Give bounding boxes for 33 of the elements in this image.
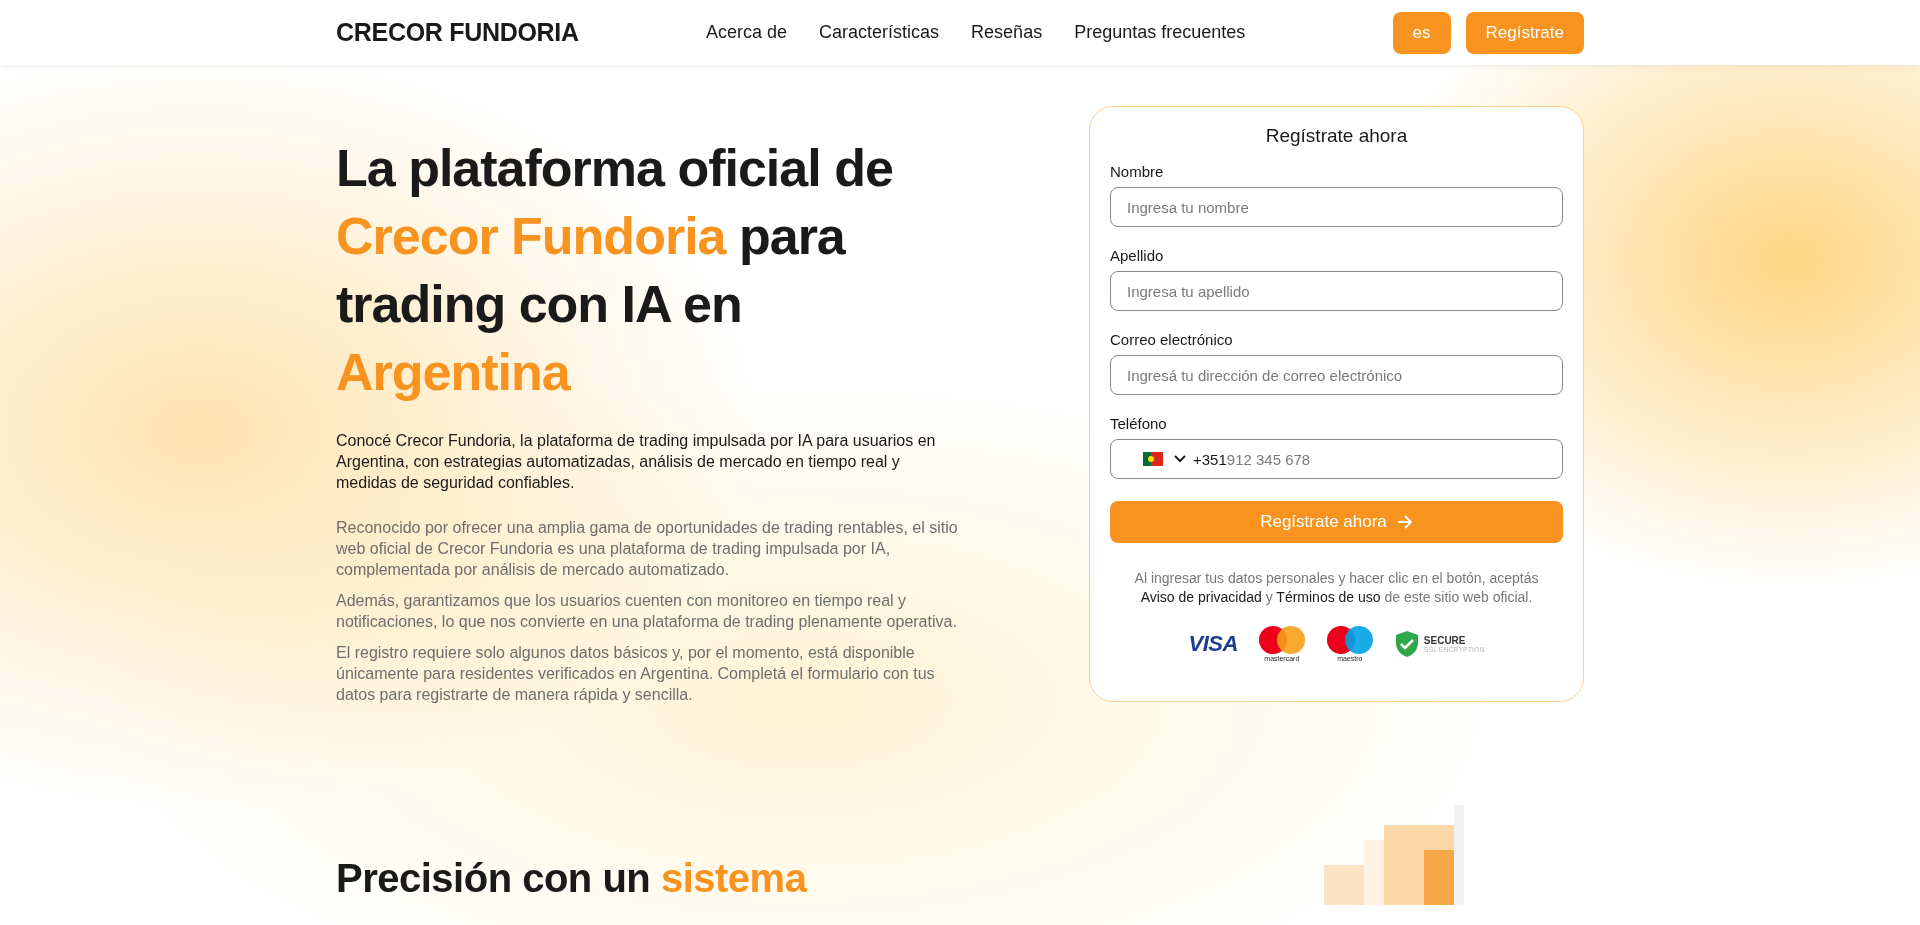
logo[interactable]: CRECOR FUNDORIA [336, 18, 706, 47]
body-paragraph: Además, garantizamos que los usuarios cuenten con monitoreo en tiempo real y notificaciones, lo que nos convierte en una plataforma de trading plenamente operativa. [336, 591, 958, 632]
privacy-link[interactable]: Aviso de privacidad [1140, 589, 1262, 605]
hero-heading: La plataforma oficial de Crecor Fundoria para trading con IA en Argentina [336, 138, 894, 403]
circles-icon [1325, 625, 1374, 655]
intro-text: Conocé Crecor Fundoria, la plataforma de trading impulsada por IA para usuarios en Argentina, con estrategias automatizadas, análisis de mercado en tiempo real y medidas de seguridad confiables. [336, 431, 937, 493]
form-title: Regístrate ahora [1264, 125, 1409, 147]
consent-text: Al ingresar tus datos personales y hacer clic en el botón, aceptás Aviso de privacidad y Términos de uso de este sitio web oficial. [1133, 569, 1540, 607]
dial-code: +351 [1193, 450, 1227, 468]
circles-icon [1257, 625, 1306, 655]
input-field[interactable]: Ingresa tu nombre [1110, 187, 1563, 227]
field-label: Correo electrónico [1110, 331, 1234, 348]
chevron-down-icon [1173, 454, 1187, 464]
terms-link[interactable]: Términos de uso [1276, 589, 1381, 605]
input-field[interactable]: Ingresá tu dirección de correo electrónico [1110, 355, 1563, 395]
body-paragraph: El registro requiere solo algunos datos básicos y, por el momento, está disponible únicamente para residentes verificados en Argentina. Completá el formulario con tus datos para registrarte de manera rápida y sencilla. [336, 643, 936, 705]
body-paragraph: Reconocido por ofrecer una amplia gama de oportunidades de trading rentables, el sitio web oficial de Crecor Fundoria es una plataforma de trading impulsada por IA, complementada por análisis de mercado automatizado. [336, 518, 959, 580]
phone-field[interactable]: +351912 345 678 [1110, 439, 1563, 479]
section-heading: Precisión con un sistema [336, 855, 807, 901]
phone-number-input[interactable]: 912 345 678 [1226, 444, 1562, 474]
flag-icon [1143, 452, 1163, 466]
visa-logo: VISA [1188, 631, 1238, 657]
secure-title: SECURE [1423, 635, 1467, 646]
field-label: Apellido [1110, 247, 1165, 264]
nav-link[interactable]: Reseñas [971, 22, 1043, 43]
input-field[interactable]: Ingresa tu apellido [1110, 271, 1563, 311]
field-label: Teléfono [1110, 415, 1168, 432]
nav-link[interactable]: Preguntas frecuentes [1074, 22, 1246, 43]
field-label: Nombre [1110, 163, 1165, 180]
nav-link[interactable]: Acerca de [706, 22, 788, 43]
nav-link[interactable]: Características [819, 22, 940, 43]
shield-check-icon [1393, 630, 1420, 658]
arrow-right-icon [1396, 515, 1413, 529]
